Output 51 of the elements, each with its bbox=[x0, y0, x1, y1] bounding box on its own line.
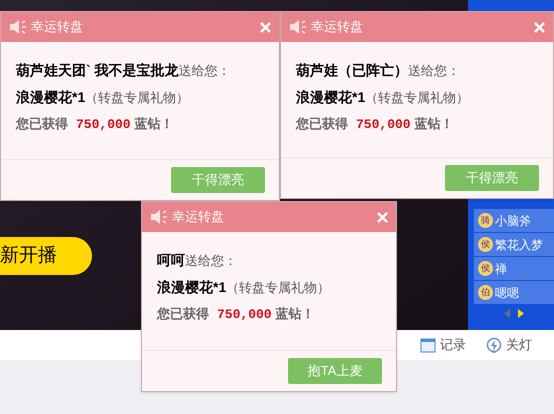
diamond-amount: 750,000 bbox=[76, 116, 131, 134]
diamond-unit: 蓝钻！ bbox=[414, 115, 454, 133]
sent-label: 送给您： bbox=[185, 252, 237, 270]
toolbar-button[interactable]: 记录 bbox=[420, 335, 466, 355]
fan-name: 繁花入梦 bbox=[495, 236, 543, 254]
fan-list-item[interactable]: 侯 禅 bbox=[474, 257, 554, 280]
fan-list-item[interactable]: 骑 小脑斧 bbox=[474, 209, 554, 232]
close-icon[interactable] bbox=[260, 22, 271, 32]
diamond-unit: 蓝钻！ bbox=[134, 115, 174, 133]
popup-title: 幸运转盘 bbox=[311, 18, 363, 36]
toolbar-button[interactable]: 关灯 bbox=[486, 335, 532, 355]
diamond-amount: 750,000 bbox=[356, 116, 411, 134]
popup-title: 幸运转盘 bbox=[172, 208, 224, 226]
rank-badge: 侯 bbox=[478, 237, 493, 252]
rank-badge: 骑 bbox=[478, 213, 493, 228]
sender-name: 葫芦娃天团` 我不是宝批龙 bbox=[16, 61, 179, 80]
gift-note: （转盘专属礼物） bbox=[226, 279, 330, 297]
earned-label: 您已获得 bbox=[16, 115, 68, 133]
toolbar-label: 记录 bbox=[440, 336, 466, 354]
sent-label: 送给您： bbox=[408, 62, 460, 80]
lightning-bulb-icon bbox=[486, 336, 502, 354]
speaker-icon bbox=[289, 19, 307, 35]
diamond-amount: 750,000 bbox=[217, 306, 272, 324]
popup-title: 幸运转盘 bbox=[31, 18, 83, 36]
earned-label: 您已获得 bbox=[296, 115, 348, 133]
gift-note: （转盘专属礼物） bbox=[85, 89, 190, 107]
prev-arrow-icon[interactable] bbox=[504, 309, 510, 318]
fan-list-item[interactable]: 伯 嗯嗯 bbox=[474, 281, 554, 304]
start-broadcast-button[interactable]: 新开播 bbox=[0, 237, 92, 275]
sent-label: 送给您： bbox=[178, 62, 231, 80]
earned-label: 您已获得 bbox=[157, 305, 209, 323]
gift-name: 浪漫樱花*1 bbox=[157, 278, 226, 297]
toolbar-label: 关灯 bbox=[506, 336, 532, 354]
close-icon[interactable] bbox=[534, 22, 545, 32]
speaker-icon bbox=[9, 19, 27, 35]
fan-name: 嗯嗯 bbox=[495, 284, 519, 302]
diamond-unit: 蓝钻！ bbox=[276, 305, 315, 323]
rank-badge: 伯 bbox=[478, 285, 493, 300]
fan-list-item[interactable]: 侯 繁花入梦 bbox=[474, 233, 554, 256]
gift-name: 浪漫樱花*1 bbox=[296, 88, 366, 107]
speaker-icon bbox=[150, 209, 168, 225]
rank-badge: 侯 bbox=[478, 261, 493, 276]
close-icon[interactable] bbox=[377, 212, 388, 222]
gift-note: （转盘专属礼物） bbox=[365, 89, 470, 107]
fan-name: 禅 bbox=[495, 260, 507, 278]
sender-name: 葫芦娃（已阵亡） bbox=[296, 61, 408, 80]
gift-name: 浪漫樱花*1 bbox=[16, 88, 86, 107]
next-arrow-icon[interactable] bbox=[518, 309, 524, 318]
sender-name: 呵呵 bbox=[157, 251, 185, 270]
calendar-icon bbox=[420, 337, 436, 353]
fan-name: 小脑斧 bbox=[495, 212, 531, 230]
